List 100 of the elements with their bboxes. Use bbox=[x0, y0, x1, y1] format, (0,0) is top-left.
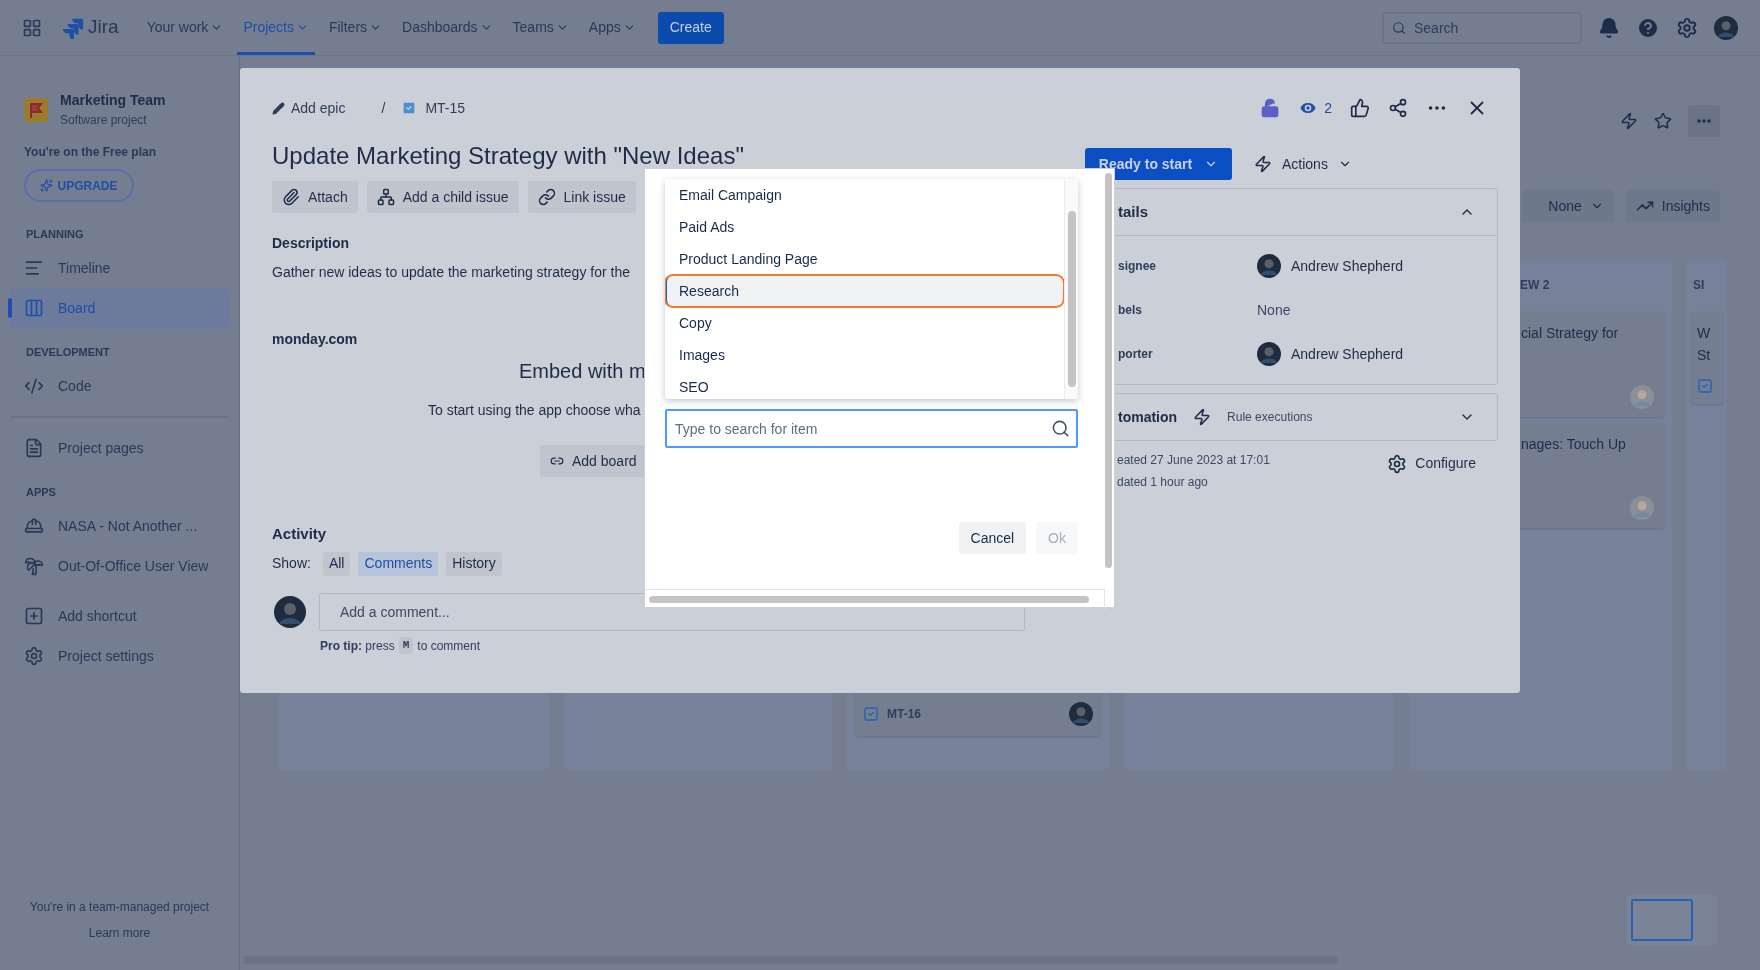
issue-action-button[interactable]: Attach bbox=[272, 181, 358, 213]
learn-more-link[interactable]: Learn more bbox=[10, 924, 229, 942]
avatar bbox=[1257, 254, 1281, 278]
column-title: SI bbox=[1692, 277, 1705, 294]
notifications-icon[interactable] bbox=[1598, 16, 1620, 39]
paperclip-icon bbox=[282, 188, 300, 206]
issue-key-link[interactable]: MT-15 bbox=[425, 97, 466, 119]
tip-text: Pro tip: press bbox=[320, 637, 395, 655]
link-icon bbox=[550, 454, 564, 468]
settings-icon bbox=[1387, 453, 1408, 474]
sidebar-item[interactable]: NASA - Not Another ... bbox=[10, 506, 229, 546]
card-title: W bbox=[1697, 324, 1711, 343]
avatar bbox=[1630, 496, 1654, 520]
list-option[interactable]: Paid Ads bbox=[665, 211, 1064, 243]
card-title: nages: Touch Up bbox=[1521, 435, 1626, 454]
more-button[interactable] bbox=[1688, 105, 1720, 137]
app-name: monday.com bbox=[272, 330, 358, 349]
settings-icon[interactable] bbox=[1676, 16, 1698, 39]
nav-menu[interactable]: Dashboards bbox=[396, 0, 499, 55]
scrollbar[interactable] bbox=[1104, 173, 1112, 568]
insights-button[interactable]: Insights bbox=[1625, 190, 1720, 222]
product-name: Jira bbox=[88, 15, 119, 40]
helmet-icon bbox=[24, 516, 44, 536]
list-option[interactable]: Images bbox=[665, 339, 1064, 371]
footer-note: You're in a team-managed project bbox=[28, 899, 211, 916]
sidebar-item[interactable]: Project settings bbox=[10, 636, 229, 676]
section-heading: APPS bbox=[25, 484, 57, 500]
section-heading: DEVELOPMENT bbox=[25, 344, 111, 360]
avatar bbox=[1069, 702, 1093, 726]
list-option[interactable]: Research bbox=[665, 275, 1064, 307]
more-icon bbox=[1697, 119, 1711, 123]
add-epic-link[interactable]: Add epic bbox=[272, 97, 346, 119]
app-heading: Embed with m bbox=[519, 359, 646, 384]
app-switcher-icon[interactable] bbox=[22, 17, 42, 38]
item-search-field[interactable]: Type to search for item bbox=[665, 409, 1078, 448]
issue-key: MT-16 bbox=[887, 705, 921, 723]
search-icon bbox=[1392, 20, 1406, 35]
avatar bbox=[1714, 15, 1738, 40]
activity-filter-tab[interactable]: Comments bbox=[358, 551, 439, 576]
issue-card[interactable]: W St bbox=[1691, 312, 1723, 404]
lightning-icon[interactable] bbox=[1620, 112, 1638, 130]
avatar bbox=[274, 595, 306, 628]
list-option[interactable]: SEO bbox=[665, 371, 1064, 399]
comment-field[interactable]: Add a comment... bbox=[319, 592, 1025, 631]
issue-action-button[interactable]: Add a child issue bbox=[366, 181, 519, 213]
project-name: Marketing Team bbox=[60, 91, 166, 110]
share-icon[interactable] bbox=[1388, 98, 1408, 118]
task-checkbox-icon bbox=[863, 706, 879, 722]
field-value[interactable]: Andrew Shepherd bbox=[1291, 255, 1404, 277]
nav-menu[interactable]: Teams bbox=[506, 0, 575, 55]
sidebar-item[interactable]: Timeline bbox=[10, 248, 229, 288]
nav-menu[interactable]: Apps bbox=[582, 0, 642, 55]
lightning-icon bbox=[1254, 155, 1272, 173]
create-button[interactable]: Create bbox=[657, 11, 724, 44]
board-icon bbox=[24, 298, 44, 318]
avatar bbox=[1630, 385, 1654, 409]
add-square-icon bbox=[24, 606, 44, 626]
status-dropdown[interactable]: Ready to start bbox=[1085, 148, 1232, 180]
section-heading: tails bbox=[1118, 201, 1148, 222]
activity-filter-tab[interactable]: History bbox=[446, 551, 502, 576]
section-heading: Activity bbox=[272, 524, 327, 544]
sidebar-item[interactable]: Project pages bbox=[10, 428, 229, 468]
list-option[interactable]: Email Campaign bbox=[665, 179, 1064, 211]
section-heading: Description bbox=[272, 234, 349, 253]
updated-date: dated 1 hour ago bbox=[1117, 474, 1209, 491]
list-option[interactable]: Copy bbox=[665, 307, 1064, 339]
sparkle-icon bbox=[40, 179, 54, 192]
timeline-icon bbox=[24, 258, 44, 278]
tip-text: to comment bbox=[417, 637, 480, 655]
scrollbar[interactable] bbox=[1067, 211, 1076, 387]
field-value[interactable]: None bbox=[1257, 299, 1291, 321]
star-icon[interactable] bbox=[1654, 112, 1672, 130]
description-text: Gather new ideas to update the marketing strategy for the bbox=[272, 263, 630, 282]
activity-filter-tab[interactable]: All bbox=[322, 551, 351, 576]
field-value[interactable]: Andrew Shepherd bbox=[1291, 343, 1404, 365]
nav-menu[interactable]: Your work bbox=[140, 0, 230, 55]
group-by-dropdown[interactable]: None bbox=[1522, 190, 1614, 222]
lock-icon[interactable] bbox=[1260, 98, 1281, 118]
project-flag-icon bbox=[24, 97, 48, 122]
nav-menu[interactable]: Filters bbox=[322, 0, 389, 55]
issue-action-button[interactable]: Link issue bbox=[527, 181, 636, 213]
search-icon bbox=[1051, 419, 1070, 438]
avatar bbox=[1257, 342, 1281, 366]
field-label: bels bbox=[1118, 302, 1143, 319]
sidebar-item[interactable]: Out-Of-Office User View bbox=[10, 546, 229, 586]
scrollbar[interactable] bbox=[649, 596, 1089, 603]
jira-logo-icon bbox=[62, 16, 84, 39]
sidebar-item[interactable]: Add shortcut bbox=[10, 596, 229, 636]
created-date: eated 27 June 2023 at 17:01 bbox=[1117, 452, 1270, 469]
page-icon bbox=[24, 438, 44, 458]
sidebar-item[interactable]: Code bbox=[10, 366, 229, 406]
pencil-icon bbox=[272, 101, 285, 115]
card-title: St bbox=[1697, 346, 1711, 365]
cancel-button[interactable]: Cancel bbox=[958, 522, 1027, 554]
keyboard-key: M bbox=[398, 637, 414, 654]
list-option[interactable]: Product Landing Page bbox=[665, 243, 1064, 275]
actions-dropdown[interactable]: Actions bbox=[1254, 153, 1352, 175]
watch-button[interactable]: 2 bbox=[1298, 97, 1332, 119]
thumbs-up-icon[interactable] bbox=[1350, 98, 1370, 118]
search-field[interactable]: Search bbox=[1382, 11, 1582, 44]
